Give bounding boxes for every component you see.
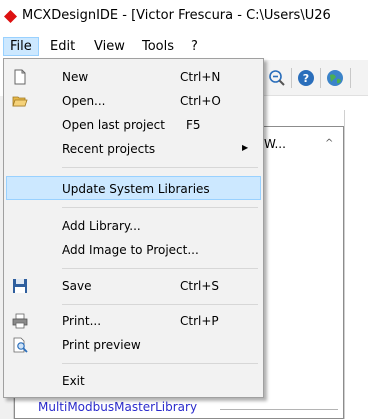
toolbar-separator [291,68,292,88]
menu-item-label: Recent projects [62,142,156,156]
open-folder-icon [12,96,28,107]
menu-item-label: Save [62,279,92,293]
save-icon [13,279,27,293]
svg-text:?: ? [303,72,309,85]
toolbar-separator [320,68,321,88]
app-logo-icon [4,10,17,23]
globe-icon[interactable] [326,69,344,87]
menu-item-shortcut: Ctrl+N [180,70,221,84]
menu-item-recent-projects[interactable]: Recent projects ▶ [6,137,261,161]
menu-separator [62,363,258,364]
menu-item-add-image[interactable]: Add Image to Project... [6,238,261,262]
menu-item-save[interactable]: Save Ctrl+S [6,274,261,298]
panel-divider [344,110,345,419]
submenu-arrow-icon: ▶ [242,143,249,152]
menu-item-label: Open... [62,94,106,108]
menu-bar: File Edit View Tools ? [0,36,368,57]
menu-item-label: Update System Libraries [62,182,210,196]
menu-item-print[interactable]: Print... Ctrl+P [6,309,261,333]
menu-item-label: Exit [62,374,85,388]
menu-item-label: New [62,70,89,84]
menu-file[interactable]: File [3,37,39,56]
menu-separator [62,268,258,269]
menu-item-print-preview[interactable]: Print preview [6,333,261,357]
menu-edit[interactable]: Edit [44,37,81,56]
toolbar: ? [264,60,368,96]
menu-item-open-last-project[interactable]: Open last project F5 [6,113,261,137]
library-tree-item[interactable]: MultiModbusMasterLibrary [38,400,197,414]
menu-help[interactable]: ? [185,37,204,56]
menu-item-label: Add Library... [62,219,141,233]
menu-separator [62,304,258,305]
menu-item-open[interactable]: Open... Ctrl+O [6,89,261,113]
menu-item-label: Print preview [62,338,141,352]
menu-item-label: Add Image to Project... [62,243,199,257]
menu-view[interactable]: View [88,37,131,56]
menu-item-shortcut: Ctrl+S [180,279,220,293]
title-bar: MCXDesignIDE - [Victor Frescura - C:\Use… [0,0,368,34]
file-menu-dropdown: New Ctrl+N Open... Ctrl+O Open last proj… [3,58,264,398]
menu-item-shortcut: Ctrl+O [180,94,221,108]
menu-item-shortcut: Ctrl+P [180,314,219,328]
panel-header-text: W... [264,137,286,151]
print-icon [12,313,28,329]
menu-item-label: Print... [62,314,102,328]
menu-item-add-library[interactable]: Add Library... [6,214,261,238]
new-document-icon [14,69,26,85]
menu-tools[interactable]: Tools [136,37,180,56]
tree-connector-line [220,409,338,410]
menu-item-shortcut: F5 [186,118,201,132]
help-icon[interactable]: ? [297,69,315,87]
scroll-up-arrow-icon[interactable]: ^ [325,138,333,149]
menu-separator [62,207,258,208]
menu-separator [62,167,258,168]
menu-item-exit[interactable]: Exit [6,369,261,393]
print-preview-icon [13,337,28,353]
menu-item-new[interactable]: New Ctrl+N [6,65,261,89]
menu-item-update-system-libraries[interactable]: Update System Libraries [6,176,261,200]
zoom-out-icon[interactable] [268,69,286,87]
toolbar-separator [350,68,351,88]
window-title: MCXDesignIDE - [Victor Frescura - C:\Use… [22,8,331,23]
menu-item-label: Open last project [62,118,165,132]
